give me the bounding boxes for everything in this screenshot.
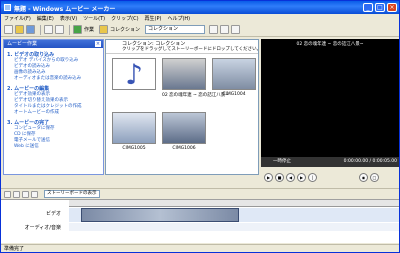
task-automovie[interactable]: オートムービーの作成 <box>4 110 103 116</box>
snapshot-icon[interactable]: ◉ <box>359 172 368 182</box>
task-send-web[interactable]: Web に送信 <box>4 144 103 150</box>
play-timeline-icon[interactable] <box>31 190 38 198</box>
menu-tools[interactable]: ツール(T) <box>83 15 105 22</box>
collection-dropdown[interactable]: コレクション <box>145 25 206 34</box>
timeline-toolbar: ストーリーボードの表示 <box>1 188 399 199</box>
menu-edit[interactable]: 編集(E) <box>37 15 54 22</box>
playback-controls: ▶ ■ ◀ ▶ | ◉ □ <box>261 169 399 185</box>
preview-clip-title: 02 恋の魂年連 ~ 恋の詰江八景~ <box>296 42 364 47</box>
toolbar: 作業 コレクション コレクション <box>1 23 399 37</box>
collections-button[interactable]: コレクション <box>110 26 140 33</box>
title-bar: 無題 - Windows ムービー メーカー _ □ × <box>1 1 399 14</box>
next-frame-icon[interactable]: ▶ <box>297 172 306 182</box>
clip-thumbnail <box>162 58 206 90</box>
tasks-pane-header: ムービー作業 × <box>4 40 103 48</box>
toolbar-separator <box>69 24 70 35</box>
timeline: ビデオ オーディオ/音楽 <box>1 199 399 243</box>
pane-close-icon[interactable]: × <box>95 41 101 47</box>
collections-icon[interactable] <box>99 25 109 34</box>
menu-help[interactable]: ヘルプ(H) <box>167 15 190 22</box>
task-import-audio[interactable]: オーディオまたは音楽の読み込み <box>4 76 103 82</box>
preview-screen[interactable]: 02 恋の魂年連 ~ 恋の詰江八景~ <box>261 39 399 157</box>
clip-thumbnail <box>162 112 206 144</box>
save-project-icon[interactable] <box>26 25 35 34</box>
minimize-button[interactable]: _ <box>363 3 373 12</box>
tasks-pane-title: ムービー作業 <box>7 41 38 47</box>
video-track[interactable] <box>69 208 399 222</box>
fullscreen-icon[interactable]: □ <box>370 172 379 182</box>
menu-view[interactable]: 表示(V) <box>60 15 77 22</box>
clip-label: 02 恋の魂年連 ~ 恋の詰江八景~ <box>162 93 230 98</box>
clip-item[interactable]: CIMG1005 <box>112 112 156 151</box>
up-folder-icon[interactable] <box>209 25 219 34</box>
previous-frame-icon[interactable]: ◀ <box>286 172 295 182</box>
timeline-video-clip[interactable] <box>81 208 239 222</box>
split-icon[interactable]: | <box>308 172 317 182</box>
playback-time: 0:00:00.00 / 0:00:05.00 <box>343 159 397 164</box>
show-storyboard-button[interactable]: ストーリーボードの表示 <box>44 190 100 198</box>
menu-clip[interactable]: クリップ(C) <box>111 15 138 22</box>
zoom-in-icon[interactable] <box>4 190 11 198</box>
clip-thumbnail <box>212 58 256 90</box>
audio-track[interactable] <box>69 223 399 231</box>
preview-status-bar: 一時停止 0:00:00.00 / 0:00:05.00 <box>261 157 399 167</box>
clip-label: CIMG1004 <box>222 92 246 97</box>
section-edit-title[interactable]: 2. ムービーの編集 <box>4 85 103 92</box>
movie-tasks-pane: ムービー作業 × 1. ビデオの取り込み ビデオ デバイスからの取り込み ビデオ… <box>3 39 104 175</box>
undo-icon[interactable] <box>44 25 53 34</box>
audio-clip-icon: ♪ <box>112 58 156 91</box>
drag-hint: クリップをドラッグしてストーリーボードにドロップしてください。 <box>122 47 259 52</box>
content-header: コレクション: コレクション クリップをドラッグしてストーリーボードにドロップし… <box>106 40 258 54</box>
views-icon[interactable] <box>231 25 241 34</box>
clip-item[interactable]: ♪ <box>112 58 156 92</box>
window-title: 無題 - Windows ムービー メーカー <box>14 6 116 13</box>
new-folder-icon[interactable] <box>220 25 230 34</box>
preview-monitor: 02 恋の魂年連 ~ 恋の詰江八景~ 一時停止 0:00:00.00 / 0:0… <box>261 39 399 187</box>
collection-content-pane: コレクション: コレクション クリップをドラッグしてストーリーボードにドロップし… <box>105 39 259 175</box>
open-project-icon[interactable] <box>15 25 24 34</box>
app-icon <box>4 4 11 11</box>
playback-status: 一時停止 <box>273 159 291 164</box>
maximize-button[interactable]: □ <box>375 3 385 12</box>
section-capture-title[interactable]: 1. ビデオの取り込み <box>4 51 103 58</box>
section-finish-title[interactable]: 3. ムービーの完了 <box>4 119 103 126</box>
clip-label: CIMG1006 <box>172 146 196 151</box>
clip-thumbnail <box>112 112 156 144</box>
app-window: 無題 - Windows ムービー メーカー _ □ × ファイル(F) 編集(… <box>0 0 400 253</box>
status-text: 準備完了 <box>4 246 25 252</box>
clip-item[interactable]: 02 恋の魂年連 ~ 恋の詰江八景~ <box>162 58 230 98</box>
rewind-icon[interactable] <box>22 190 29 198</box>
audio-track-label: オーディオ/音楽 <box>24 225 61 231</box>
collection-title: コレクション: コレクション <box>122 41 186 47</box>
zoom-out-icon[interactable] <box>13 190 20 198</box>
video-track-label: ビデオ <box>45 211 61 217</box>
status-bar: 準備完了 <box>1 244 399 252</box>
toolbar-separator <box>40 24 41 35</box>
play-icon[interactable]: ▶ <box>264 172 273 182</box>
menu-bar: ファイル(F) 編集(E) 表示(V) ツール(T) クリップ(C) 再生(P)… <box>1 14 399 23</box>
new-project-icon[interactable] <box>4 25 13 34</box>
clip-item[interactable]: CIMG1004 <box>212 58 256 97</box>
stop-icon[interactable]: ■ <box>275 172 284 182</box>
tasks-button[interactable]: 作業 <box>84 26 94 33</box>
close-button[interactable]: × <box>387 3 397 12</box>
menu-play[interactable]: 再生(P) <box>145 15 162 22</box>
menu-file[interactable]: ファイル(F) <box>4 15 31 22</box>
tasks-icon[interactable] <box>73 25 82 34</box>
clip-label: CIMG1005 <box>122 146 146 151</box>
clip-item[interactable]: CIMG1006 <box>162 112 206 151</box>
time-ruler[interactable] <box>69 200 399 207</box>
redo-icon[interactable] <box>55 25 64 34</box>
